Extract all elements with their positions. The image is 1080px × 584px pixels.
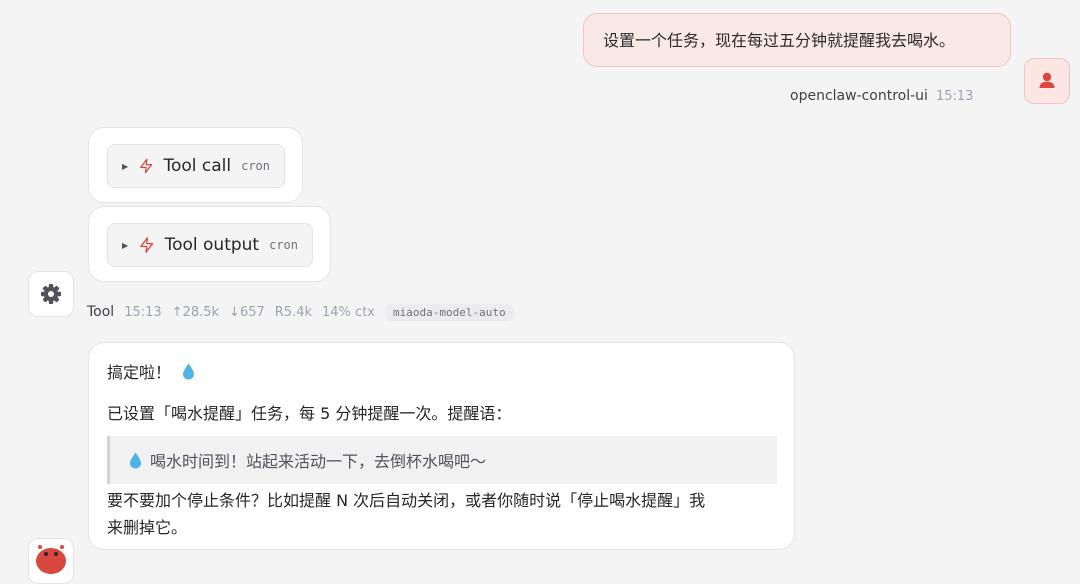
gear-icon	[41, 284, 61, 304]
tool-output-label: Tool output	[164, 235, 260, 255]
message-time: 15:13	[935, 89, 974, 104]
water-drop-icon	[130, 452, 141, 468]
tool-output-tag: cron	[269, 238, 298, 252]
tool-sender-name: Tool	[87, 304, 115, 320]
user-avatar[interactable]	[1024, 58, 1070, 104]
water-drop-icon	[183, 363, 195, 380]
context-usage: 14% ctx	[322, 304, 375, 320]
tool-avatar[interactable]	[28, 271, 74, 317]
assistant-line-3: 要不要加个停止条件？比如提醒 N 次后自动关闭，或者你随时说「停止喝水提醒」我	[107, 491, 706, 510]
tool-output-card: ▶ Tool output cron	[88, 206, 331, 282]
assistant-line-1-text: 搞定啦！	[107, 363, 172, 382]
triangle-right-icon: ▶	[122, 240, 129, 250]
tokens-out: ↓657	[229, 304, 265, 320]
tool-meta: Tool 15:13 ↑28.5k ↓657 R5.4k 14% ctx mia…	[87, 302, 514, 322]
bolt-icon	[140, 237, 154, 253]
tool-call-card: ▶ Tool call cron	[88, 127, 303, 203]
bot-avatar[interactable]	[28, 538, 74, 584]
tool-time: 15:13	[124, 304, 162, 320]
user-message-bubble: 设置一个任务，现在每过五分钟就提醒我去喝水。	[583, 13, 1011, 67]
bolt-icon	[140, 158, 153, 174]
triangle-right-icon: ▶	[122, 161, 129, 171]
tool-output-toggle[interactable]: ▶ Tool output cron	[107, 223, 313, 267]
model-badge: miaoda-model-auto	[384, 303, 514, 321]
reminder-quote-text: 喝水时间到！站起来活动一下，去倒杯水喝吧～	[150, 452, 487, 471]
bot-avatar-icon	[36, 545, 66, 574]
sender-name: openclaw-control-ui	[790, 88, 928, 104]
tokens-in: ↑28.5k	[171, 304, 220, 320]
assistant-line-4: 来删掉它。	[107, 518, 188, 537]
tool-call-tag: cron	[241, 159, 270, 173]
user-message-text: 设置一个任务，现在每过五分钟就提醒我去喝水。	[603, 31, 956, 50]
reminder-quote: 喝水时间到！站起来活动一下，去倒杯水喝吧～	[107, 436, 777, 484]
reasoning-tokens: R5.4k	[274, 304, 313, 320]
assistant-message-bubble: 搞定啦！ 已设置「喝水提醒」任务，每 5 分钟提醒一次。提醒语： 喝水时间到！站…	[88, 342, 795, 550]
assistant-line-2: 已设置「喝水提醒」任务，每 5 分钟提醒一次。提醒语：	[107, 404, 512, 423]
tool-call-toggle[interactable]: ▶ Tool call cron	[107, 144, 285, 188]
tool-call-label: Tool call	[163, 156, 232, 176]
assistant-line-1: 搞定啦！	[107, 359, 195, 383]
user-message-meta: openclaw-control-ui 15:13	[790, 88, 973, 104]
user-icon	[1039, 72, 1055, 88]
